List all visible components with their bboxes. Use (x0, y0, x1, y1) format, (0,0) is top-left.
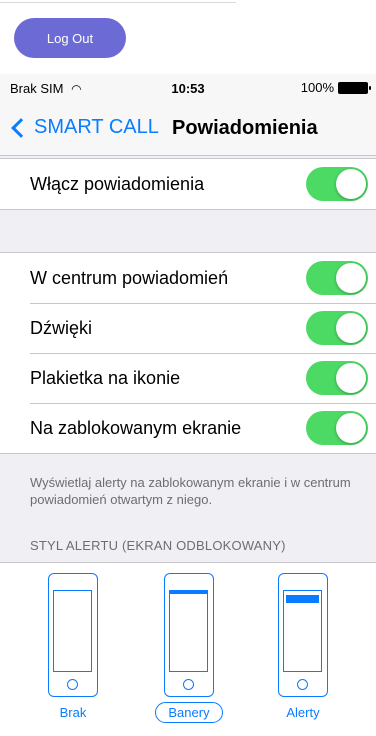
battery-icon (338, 81, 371, 94)
enable-notifications-toggle[interactable] (306, 167, 368, 201)
badge-toggle[interactable] (306, 361, 368, 395)
notification-center-label: W centrum powiadomień (30, 267, 229, 288)
list-item-sounds: Dźwięki (0, 303, 376, 353)
alert-style-banners[interactable]: Banery (154, 573, 244, 733)
battery-status: 100% (300, 80, 371, 95)
toggle-knob (336, 169, 366, 199)
alert-style-banners-label: Banery (150, 702, 228, 723)
logout-button[interactable]: Log Out (14, 18, 126, 58)
phone-screen-icon (169, 590, 208, 672)
selected-style-pill: Banery (155, 702, 223, 723)
page-title: Powiadomienia (172, 117, 318, 139)
divider (0, 2, 236, 3)
alert-style-alerts-label: Alerty (286, 705, 320, 720)
phone-screenshot: Brak SIM ◠ 10:53 100% SMART CALL Powiado… (0, 74, 376, 736)
phone-outline-icon (278, 573, 328, 697)
battery-percent: 100% (300, 80, 334, 95)
home-button-icon (67, 679, 78, 690)
home-button-icon (297, 679, 308, 690)
alert-style-none-label: Brak (59, 705, 87, 720)
chevron-left-icon (11, 117, 31, 138)
toggle-knob (336, 313, 366, 343)
alert-style-alerts[interactable]: Alerty (268, 573, 358, 733)
phone-outline-icon (164, 573, 214, 697)
main-toggle-group: Włącz powiadomienia (0, 158, 376, 210)
list-item-notification-center: W centrum powiadomień (0, 253, 376, 303)
lock-screen-footer-note: Wyświetlaj alerty na zablokowanym ekrani… (30, 475, 351, 507)
app-top-area: Log Out (0, 0, 376, 74)
alert-style-header: STYL ALERTU (EKRAN ODBLOKOWANY) (30, 538, 286, 553)
enable-notifications-label: Włącz powiadomienia (30, 173, 205, 194)
navigation-bar: SMART CALL Powiadomienia (0, 100, 376, 156)
status-bar: Brak SIM ◠ 10:53 100% (0, 74, 376, 100)
phone-screen-icon (53, 590, 92, 672)
banner-bar-icon (170, 591, 207, 594)
notification-options-group: W centrum powiadomień Dźwięki Plakietka … (0, 252, 376, 454)
sounds-toggle[interactable] (306, 311, 368, 345)
list-item-lock-screen: Na zablokowanym ekranie (0, 403, 376, 453)
notification-center-toggle[interactable] (306, 261, 368, 295)
alert-box-icon (286, 595, 319, 603)
badge-label: Plakietka na ikonie (30, 367, 181, 388)
home-button-icon (183, 679, 194, 690)
phone-outline-icon (48, 573, 98, 697)
toggle-knob (336, 363, 366, 393)
lock-screen-label: Na zablokowanym ekranie (30, 417, 242, 438)
alert-style-none[interactable]: Brak (38, 573, 128, 733)
alert-style-picker: Brak Banery Alerty (0, 562, 376, 736)
sounds-label: Dźwięki (30, 317, 93, 338)
toggle-knob (336, 413, 366, 443)
enable-notifications-row: Włącz powiadomienia (0, 159, 376, 209)
lock-screen-toggle[interactable] (306, 411, 368, 445)
back-label: SMART CALL (34, 116, 159, 138)
toggle-knob (336, 263, 366, 293)
list-item-badge: Plakietka na ikonie (0, 353, 376, 403)
back-button[interactable]: SMART CALL (8, 116, 159, 139)
phone-screen-icon (283, 590, 322, 672)
